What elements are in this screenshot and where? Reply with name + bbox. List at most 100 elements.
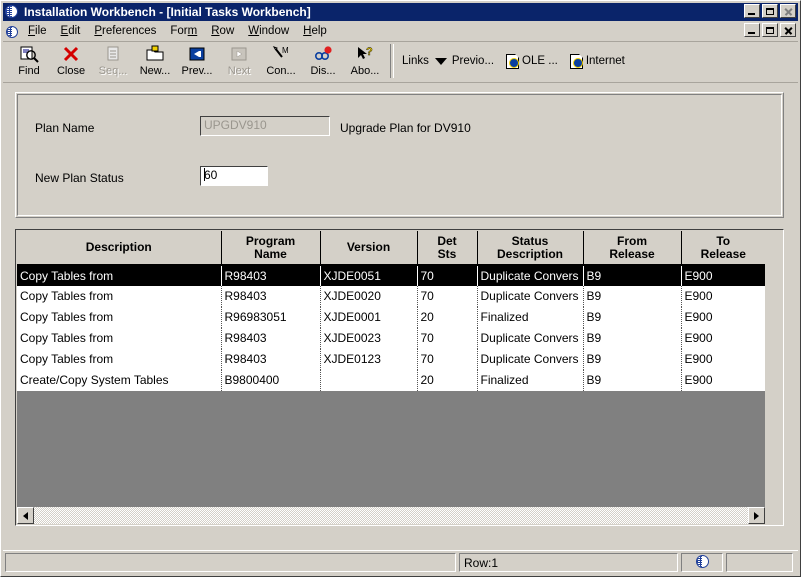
cell-version[interactable]: XJDE0020 (320, 286, 418, 307)
cell-det-sts[interactable]: 70 (417, 265, 478, 286)
cell-from-release[interactable]: B9 (583, 370, 682, 391)
child-restore-button[interactable] (762, 23, 778, 37)
toolbar-button-close[interactable]: Close (50, 42, 92, 80)
cell-status-description[interactable]: Duplicate Convers (477, 349, 584, 370)
toolbar-button-about[interactable]: ? Abo... (344, 42, 386, 80)
table-row[interactable]: Copy Tables from R98403 XJDE0051 70 Dupl… (17, 265, 765, 286)
cell-description[interactable]: Copy Tables from (17, 265, 222, 286)
link-internet[interactable]: Internet (586, 55, 637, 67)
cell-program-name[interactable]: R98403 (221, 286, 321, 307)
cell-description[interactable]: Copy Tables from (17, 349, 222, 370)
cell-status-description[interactable]: Duplicate Convers (477, 328, 584, 349)
menu-item-preferences[interactable]: Preferences (87, 23, 163, 40)
cell-program-name[interactable]: R98403 (221, 265, 321, 286)
new-plan-status-input[interactable]: 60 (200, 166, 268, 186)
table-row[interactable]: Copy Tables from R98403 XJDE0020 70 Dupl… (17, 286, 765, 307)
cell-program-name[interactable]: R98403 (221, 328, 321, 349)
title-bar[interactable]: Installation Workbench - [Initial Tasks … (3, 3, 798, 21)
cell-to-release[interactable]: E900 (681, 307, 765, 328)
cell-to-release[interactable]: E900 (681, 328, 765, 349)
cell-version[interactable]: XJDE0051 (320, 265, 418, 286)
cell-from-release[interactable]: B9 (583, 349, 682, 370)
link-ole[interactable]: OLE ... (522, 55, 570, 67)
cell-status-description[interactable]: Finalized (477, 307, 584, 328)
toolbar-button-con[interactable]: M Con... (260, 42, 302, 80)
status-globe-panel[interactable] (681, 553, 723, 572)
cell-description[interactable]: Copy Tables from (17, 307, 222, 328)
cell-from-release[interactable]: B9 (583, 265, 682, 286)
cell-status-description[interactable]: Duplicate Convers (477, 265, 584, 286)
cell-status-description[interactable]: Finalized (477, 370, 584, 391)
column-header-from-release[interactable]: From Release (583, 231, 682, 266)
child-window-icon[interactable] (3, 24, 21, 40)
column-header-to-release[interactable]: To Release (681, 231, 765, 266)
chevron-down-icon[interactable] (434, 57, 447, 65)
scroll-right-button[interactable] (748, 507, 765, 524)
minimize-button[interactable] (744, 4, 760, 18)
previous-icon (186, 45, 208, 63)
cell-description[interactable]: Copy Tables from (17, 286, 222, 307)
grid-horizontal-scrollbar[interactable] (17, 507, 765, 524)
cell-version[interactable] (320, 370, 418, 391)
cell-from-release[interactable]: B9 (583, 307, 682, 328)
close-x-icon (60, 45, 82, 63)
link-previous[interactable]: Previo... (452, 55, 506, 67)
menu-item-file[interactable]: File (21, 23, 54, 40)
cell-det-sts[interactable]: 20 (417, 307, 478, 328)
application-window: Installation Workbench - [Initial Tasks … (0, 0, 801, 577)
menu-item-edit[interactable]: Edit (54, 23, 88, 40)
menu-item-row[interactable]: Row (204, 23, 241, 40)
table-row[interactable]: Create/Copy System Tables B9800400 20 Fi… (17, 370, 765, 391)
menu-item-window[interactable]: Window (241, 23, 296, 40)
child-minimize-button[interactable] (744, 23, 760, 37)
column-header-status-description[interactable]: Status Description (477, 231, 584, 266)
cell-det-sts[interactable]: 70 (417, 328, 478, 349)
toolbar-button-prev[interactable]: Prev... (176, 42, 218, 80)
ole-document-icon[interactable] (506, 53, 520, 69)
cell-det-sts[interactable]: 70 (417, 286, 478, 307)
grid-vertical-scrollbar[interactable] (765, 231, 782, 507)
table-row[interactable]: Copy Tables from R96983051 XJDE0001 20 F… (17, 307, 765, 328)
cell-det-sts[interactable]: 20 (417, 370, 478, 391)
cell-program-name[interactable]: B9800400 (221, 370, 321, 391)
child-close-button[interactable] (780, 23, 796, 37)
restore-button[interactable] (762, 4, 778, 18)
status-end-panel (726, 553, 793, 572)
cell-from-release[interactable]: B9 (583, 286, 682, 307)
child-window-controls (744, 23, 796, 37)
cell-from-release[interactable]: B9 (583, 328, 682, 349)
cell-to-release[interactable]: E900 (681, 370, 765, 391)
menu-item-form[interactable]: Form (163, 23, 204, 40)
column-header-program-name[interactable]: Program Name (221, 231, 321, 266)
cell-det-sts[interactable]: 70 (417, 349, 478, 370)
column-header-det-sts[interactable]: Det Sts (417, 231, 478, 266)
cell-program-name[interactable]: R98403 (221, 349, 321, 370)
toolbar-button-dis[interactable]: Dis... (302, 42, 344, 80)
cell-description[interactable]: Copy Tables from (17, 328, 222, 349)
status-row-panel: Row:1 (459, 553, 678, 572)
cell-version[interactable]: XJDE0123 (320, 349, 418, 370)
table-row[interactable]: Copy Tables from R98403 XJDE0123 70 Dupl… (17, 349, 765, 370)
menu-item-help[interactable]: Help (296, 23, 334, 40)
toolbar-button-find[interactable]: Find (8, 42, 50, 80)
toolbar-button-seq: Seq... (92, 42, 134, 80)
cell-to-release[interactable]: E900 (681, 286, 765, 307)
column-header-version[interactable]: Version (320, 231, 418, 266)
cell-description[interactable]: Create/Copy System Tables (17, 370, 222, 391)
scroll-left-button[interactable] (17, 507, 34, 524)
tasks-grid-inner: Description Program Name Version Det Sts S… (16, 230, 783, 525)
scroll-track[interactable] (34, 507, 748, 524)
internet-document-icon[interactable] (569, 53, 583, 69)
tasks-grid-scroll-area[interactable]: Description Program Name Version Det Sts S… (17, 231, 766, 507)
table-row[interactable]: Copy Tables from R98403 XJDE0023 70 Dupl… (17, 328, 765, 349)
cell-to-release[interactable]: E900 (681, 265, 765, 286)
cell-version[interactable]: XJDE0023 (320, 328, 418, 349)
cell-version[interactable]: XJDE0001 (320, 307, 418, 328)
column-header-description[interactable]: Description (17, 231, 222, 266)
cell-to-release[interactable]: E900 (681, 349, 765, 370)
app-globe-icon[interactable] (5, 5, 21, 19)
toolbar-button-new[interactable]: New... (134, 42, 176, 80)
toolbar-label-next: Next (227, 65, 251, 77)
cell-status-description[interactable]: Duplicate Convers (477, 286, 584, 307)
cell-program-name[interactable]: R96983051 (221, 307, 321, 328)
